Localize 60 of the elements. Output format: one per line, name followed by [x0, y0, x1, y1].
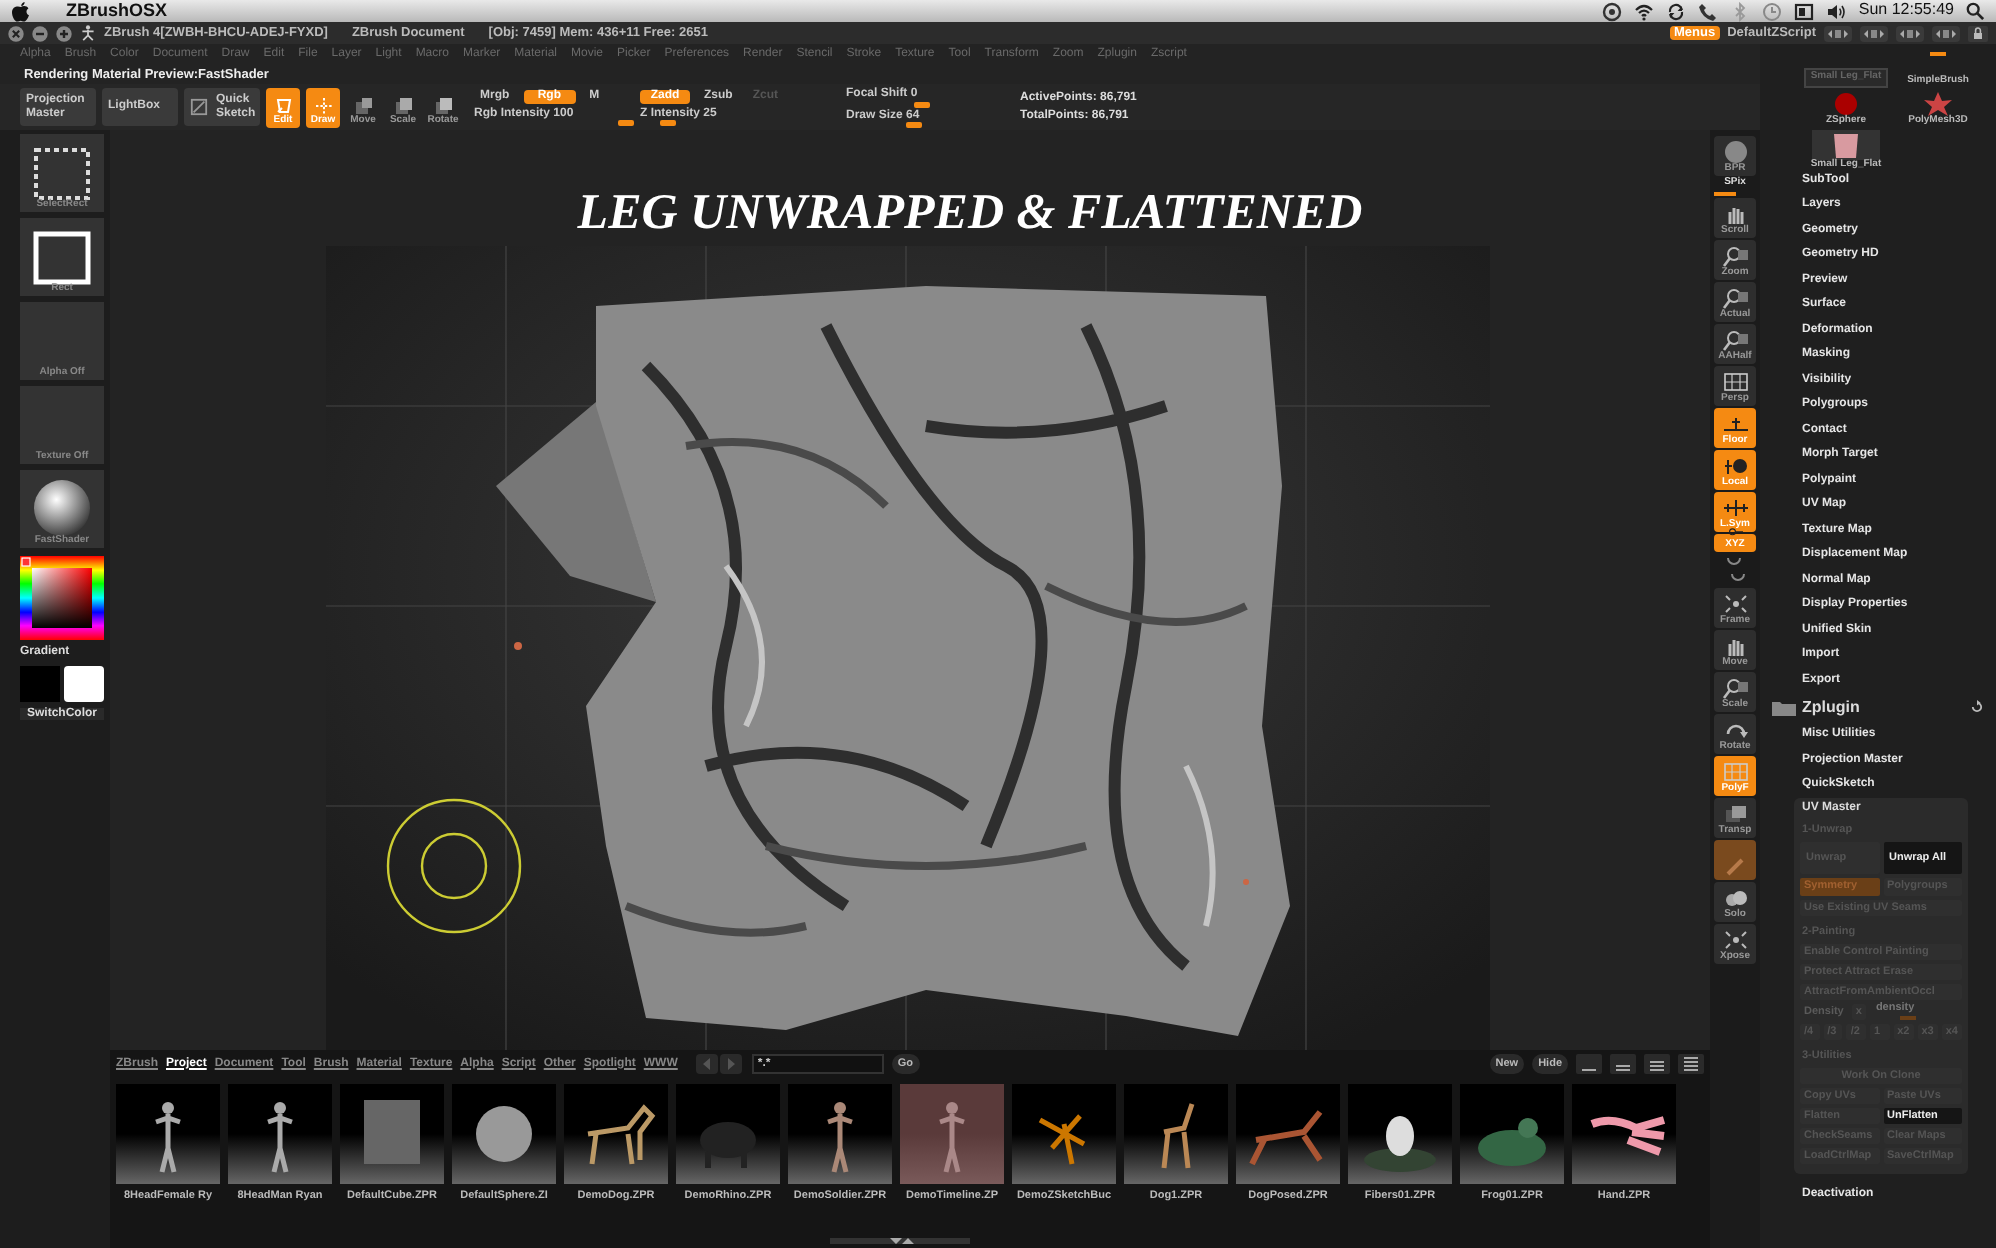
folder-icon[interactable] — [1772, 699, 1796, 716]
minimize-icon[interactable] — [32, 25, 48, 41]
mesh-thumbnail[interactable] — [1810, 130, 1882, 160]
back-forward-icon[interactable] — [695, 1054, 744, 1074]
brush-icon — [1721, 854, 1749, 878]
slider-thumb[interactable] — [914, 101, 931, 107]
view-mode-icon[interactable] — [1678, 1054, 1704, 1074]
maximize-icon[interactable] — [56, 25, 72, 41]
reset-icons[interactable] — [1721, 554, 1749, 586]
symmetry-icon — [1721, 495, 1749, 519]
arrows-icon[interactable] — [1824, 25, 1852, 41]
draw-icon — [313, 96, 333, 116]
scale-icon — [393, 96, 413, 116]
clock-icon[interactable] — [1762, 1, 1783, 21]
view-mode-icon[interactable] — [1644, 1054, 1670, 1074]
apple-logo-icon[interactable] — [12, 1, 30, 21]
slider-thumb[interactable] — [906, 122, 923, 129]
close-icon[interactable] — [8, 25, 24, 41]
color-swatch[interactable] — [20, 665, 60, 702]
color-swatch[interactable] — [64, 665, 104, 702]
wifi-icon[interactable] — [1634, 1, 1655, 21]
frame-icon — [1721, 927, 1749, 951]
edit-icon — [273, 96, 293, 116]
phone-icon[interactable] — [1698, 1, 1719, 21]
sync-icon[interactable] — [1666, 1, 1687, 21]
magnifier-icon — [1721, 675, 1749, 699]
brush-cursor-icon — [384, 796, 524, 936]
magnifier-icon — [1721, 243, 1749, 267]
volume-icon[interactable] — [1826, 1, 1847, 21]
sketch-icon — [190, 98, 208, 116]
pivot-icon — [1721, 453, 1749, 477]
arrows-icon[interactable] — [1860, 25, 1888, 41]
slider-thumb[interactable] — [618, 120, 634, 127]
slider-thumb[interactable] — [659, 120, 676, 127]
canvas-title: LEG UNWRAPPED & FLATTENED — [575, 184, 1365, 244]
palette-arrows-icon[interactable] — [1896, 25, 1924, 41]
frame-icon — [1721, 591, 1749, 615]
color-picker[interactable] — [20, 556, 104, 640]
grid-icon — [1721, 759, 1749, 783]
magnifier-icon — [1721, 327, 1749, 351]
refresh-icon[interactable] — [1970, 700, 1984, 715]
lock-icon[interactable] — [1968, 25, 1988, 41]
target-icon[interactable] — [1602, 1, 1623, 21]
figure-logo-icon — [80, 24, 96, 42]
app-menu-title[interactable]: ZBrushOSX — [66, 1, 168, 21]
layers-icon — [1721, 801, 1749, 825]
view-mode-icon[interactable] — [1576, 1054, 1602, 1074]
move-icon — [353, 96, 373, 116]
palette-arrows-icon[interactable] — [1932, 25, 1960, 41]
rotate-icon — [433, 96, 453, 116]
magnifier-icon — [1721, 285, 1749, 309]
grid-icon — [1721, 369, 1749, 393]
cloud-icon — [1721, 885, 1749, 909]
view-mode-icon[interactable] — [1610, 1054, 1636, 1074]
section-header[interactable]: Zplugin — [1802, 699, 1860, 717]
sphere-icon — [1721, 139, 1749, 163]
display-icon[interactable] — [1794, 1, 1815, 21]
search-icon[interactable] — [1966, 2, 1984, 20]
menubar-clock[interactable]: Sun 12:55:49 — [1858, 2, 1954, 20]
resize-handle-icon[interactable] — [830, 1236, 970, 1246]
